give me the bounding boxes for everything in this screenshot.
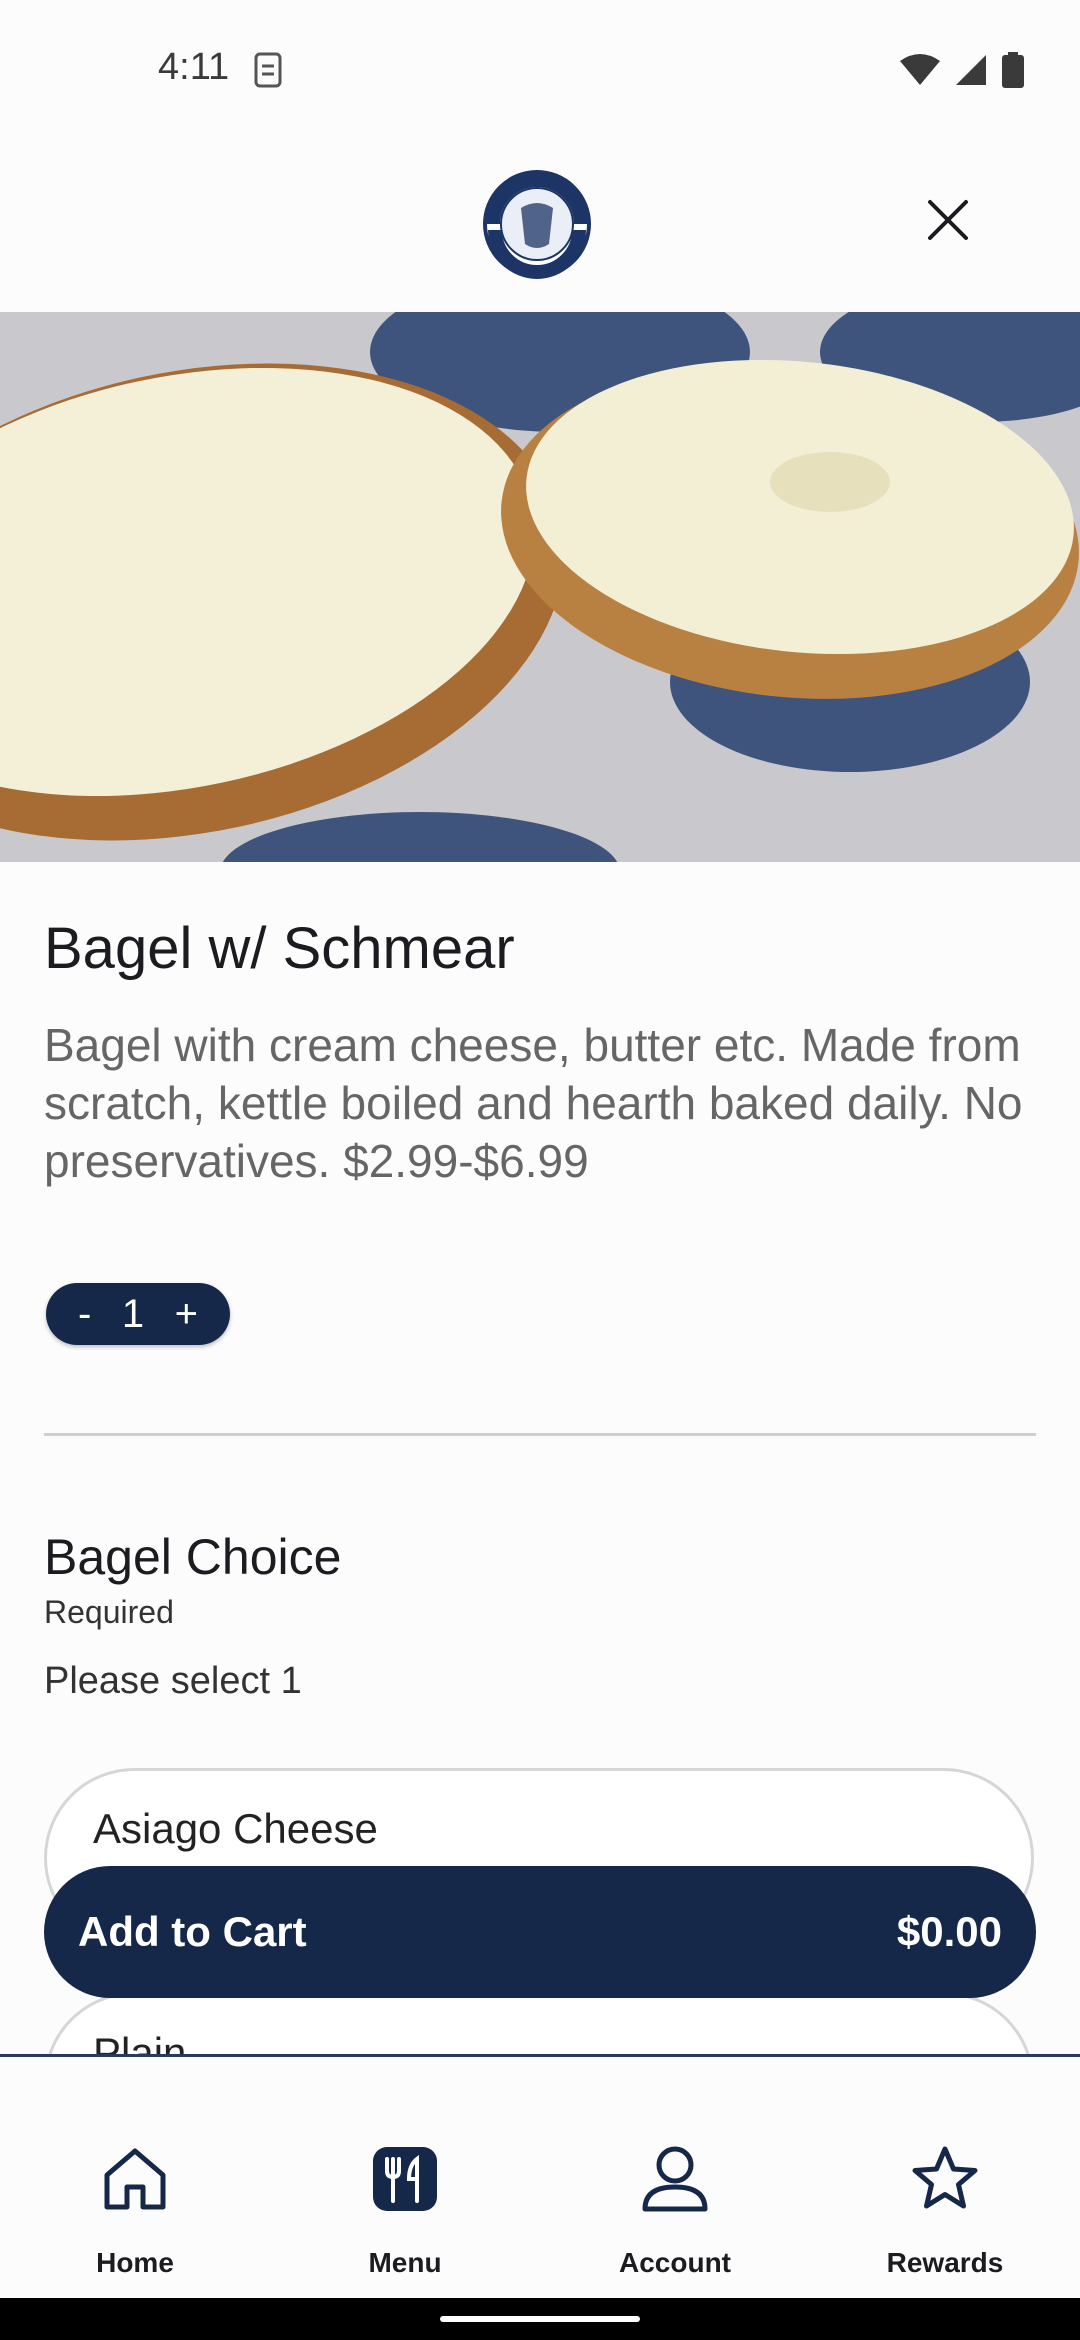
quantity-value: 1 (121, 1292, 145, 1336)
add-to-cart-label: Add to Cart (78, 1908, 307, 1955)
sync-icon (254, 52, 282, 88)
cart-price: $0.00 (896, 1908, 1002, 1955)
status-time: 4:11 (158, 46, 230, 88)
item-title: Bagel w/ Schmear (44, 916, 515, 981)
brand-logo (483, 170, 591, 279)
add-to-cart-button[interactable]: Add to Cart $0.00 (44, 1866, 1036, 1998)
star-icon (912, 2146, 978, 2209)
item-description: Bagel with cream cheese, butter etc. Mad… (44, 1019, 1023, 1187)
home-gesture-handle[interactable] (440, 2316, 640, 2322)
nav-home[interactable]: Home (0, 2057, 270, 2301)
quantity-stepper[interactable]: - 1 + (46, 1283, 230, 1345)
close-icon[interactable] (920, 192, 976, 248)
nav-label: Menu (368, 2247, 442, 2278)
status-bar: 4:11 (0, 0, 1080, 140)
home-icon (104, 2148, 166, 2210)
decrement-button[interactable]: - (78, 1294, 91, 1334)
divider (44, 1433, 1036, 1436)
nav-label: Rewards (886, 2247, 1004, 2278)
status-icons (900, 52, 1024, 88)
header (0, 140, 1080, 312)
nav-menu[interactable]: Menu (270, 2057, 540, 2301)
nav-label: Account (619, 2247, 731, 2278)
account-icon (642, 2146, 708, 2212)
nav-label: Home (96, 2247, 174, 2278)
item-photo (0, 312, 1080, 862)
battery-icon (1002, 52, 1024, 88)
selection-hint: Please select 1 (44, 1660, 302, 1702)
nav-account[interactable]: Account (540, 2057, 810, 2301)
gesture-bar (0, 2298, 1080, 2340)
required-label: Required (44, 1594, 174, 1630)
signal-icon (956, 55, 986, 85)
bottom-navigation: Home Menu Account Rewards (0, 2054, 1080, 2301)
option-label: Asiago Cheese (93, 1805, 378, 1852)
wifi-icon (900, 54, 940, 85)
increment-button[interactable]: + (175, 1294, 198, 1334)
menu-utensils-icon (373, 2147, 437, 2211)
section-title: Bagel Choice (44, 1529, 342, 1585)
nav-rewards[interactable]: Rewards (810, 2057, 1080, 2301)
